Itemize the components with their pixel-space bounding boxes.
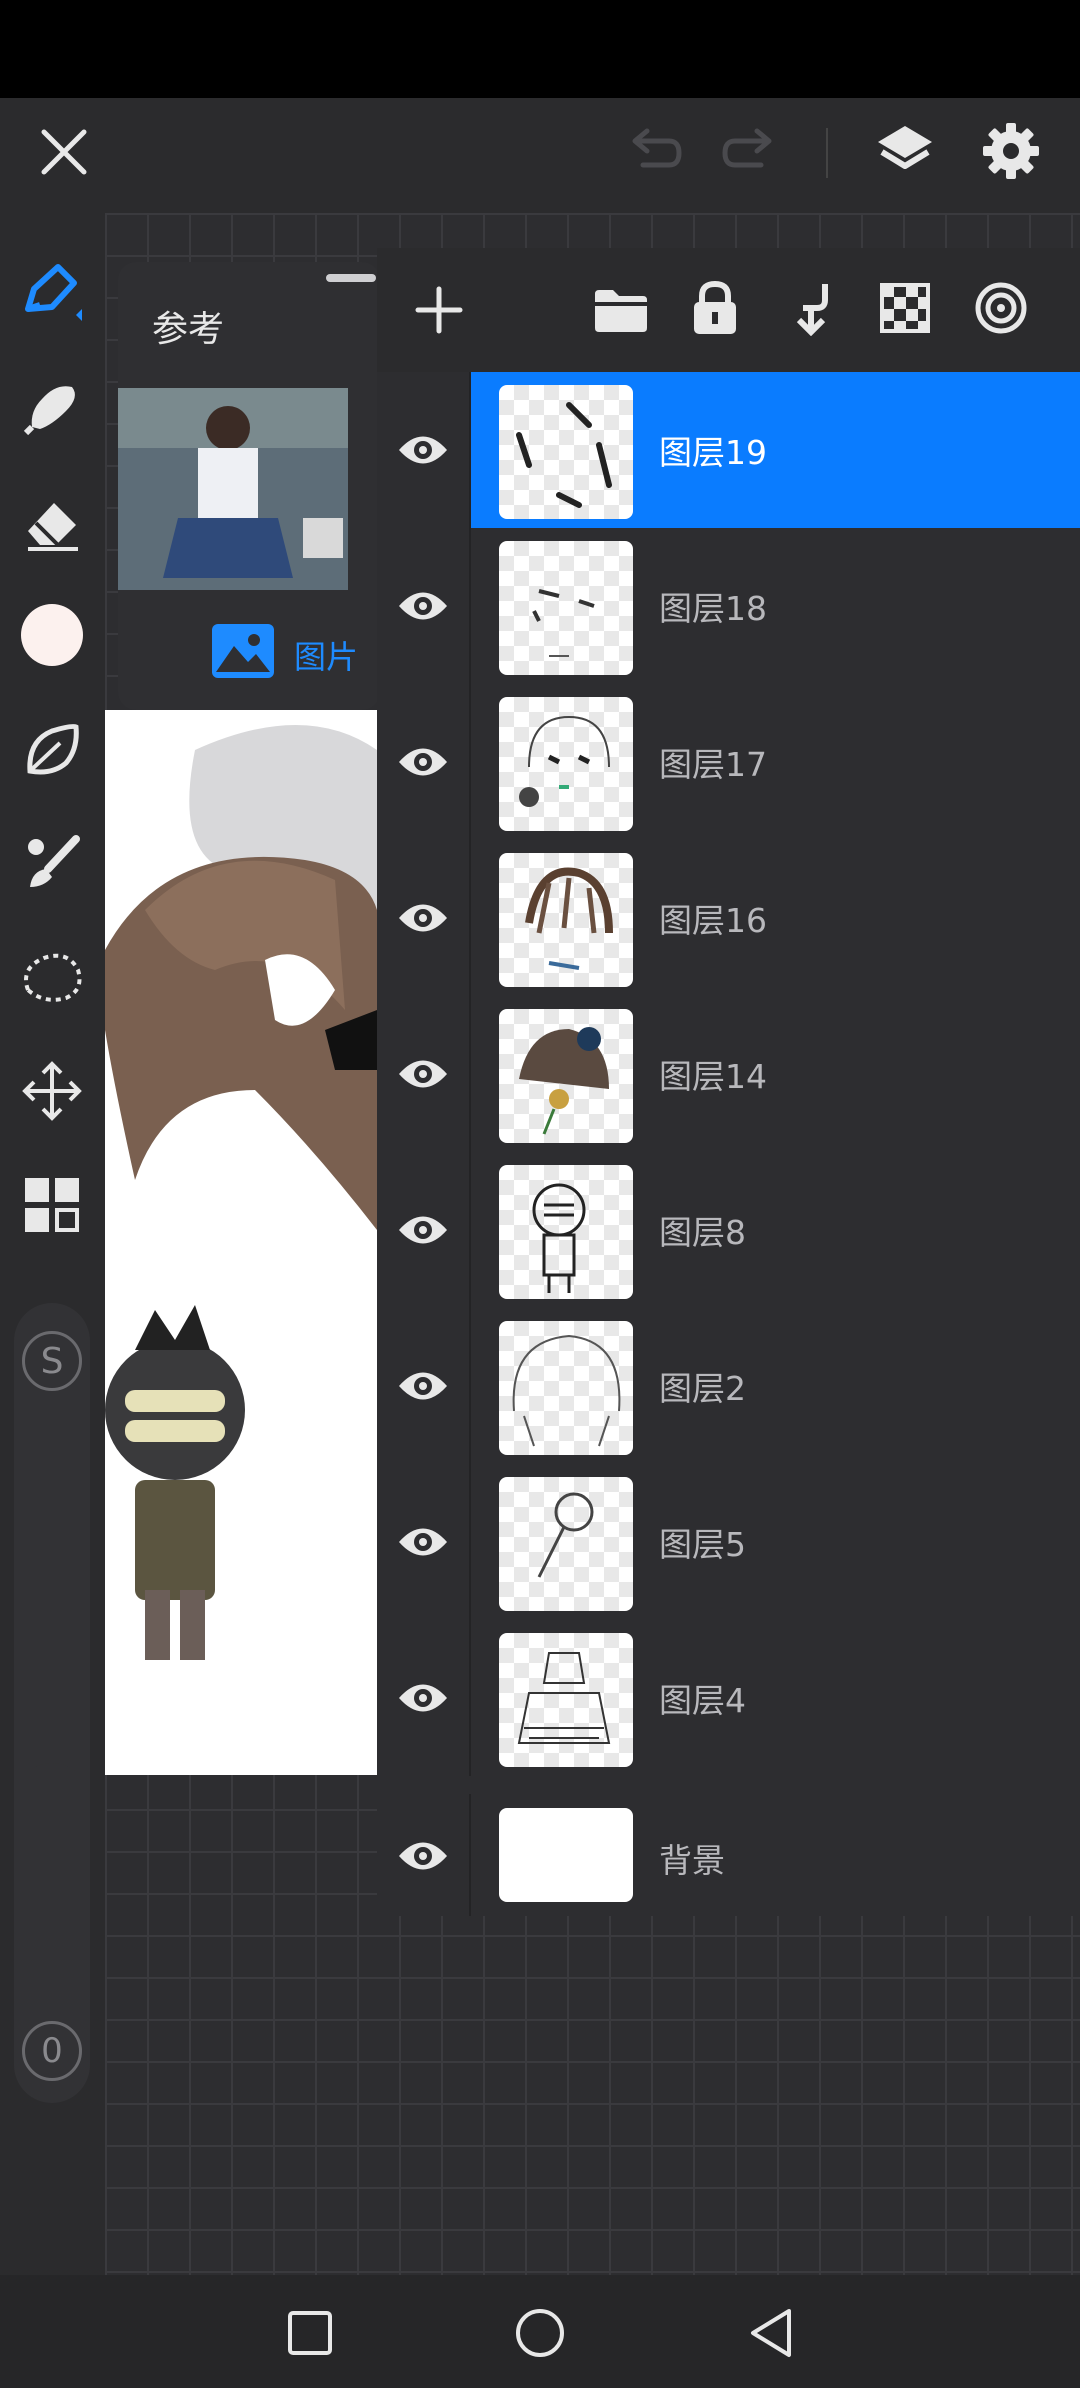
layer-thumbnail bbox=[499, 1477, 633, 1611]
layer-thumbnail bbox=[499, 697, 633, 831]
move-icon[interactable] bbox=[14, 1053, 90, 1129]
top-toolbar bbox=[0, 98, 1080, 213]
layer-row[interactable]: 图层19 bbox=[377, 372, 1080, 530]
layer-thumbnail bbox=[499, 541, 633, 675]
tool-sidebar: S 0 bbox=[0, 213, 105, 2275]
layer-name: 图层8 bbox=[659, 1213, 746, 1252]
eraser-icon[interactable] bbox=[14, 485, 90, 561]
layer-row[interactable]: 图层2 bbox=[377, 1308, 1080, 1466]
status-bar bbox=[0, 0, 1080, 98]
lasso-icon[interactable] bbox=[14, 939, 90, 1015]
layer-row[interactable]: 图层17 bbox=[377, 684, 1080, 842]
eye-icon[interactable] bbox=[391, 1198, 455, 1262]
layers-scroll-edge bbox=[377, 1776, 1080, 1794]
color-swatch[interactable] bbox=[14, 597, 90, 673]
eye-icon[interactable] bbox=[391, 1824, 455, 1888]
layer-row[interactable]: 图层8 bbox=[377, 1152, 1080, 1310]
redo-icon[interactable] bbox=[718, 120, 782, 184]
image-icon[interactable] bbox=[208, 620, 278, 682]
layer-thumbnail bbox=[499, 853, 633, 987]
layer-name: 图层17 bbox=[659, 745, 767, 784]
layer-row[interactable]: 图层5 bbox=[377, 1464, 1080, 1622]
brush-icon[interactable] bbox=[14, 253, 90, 329]
layer-thumbnail bbox=[499, 1321, 633, 1455]
layers-list: 图层19 图层18 图层17 图层16 图层14 图层8 图层2 图层5 图层4 bbox=[377, 248, 1080, 1916]
eye-icon[interactable] bbox=[391, 730, 455, 794]
layer-name: 图层14 bbox=[659, 1057, 767, 1096]
leaf-icon[interactable] bbox=[14, 711, 90, 787]
layer-row[interactable]: 图层14 bbox=[377, 996, 1080, 1154]
layer-thumbnail bbox=[499, 1009, 633, 1143]
layer-name: 图层4 bbox=[659, 1681, 746, 1720]
eye-icon[interactable] bbox=[391, 574, 455, 638]
reference-tab-image[interactable]: 图片 bbox=[294, 632, 358, 678]
layer-name: 图层19 bbox=[659, 433, 767, 472]
eye-icon[interactable] bbox=[391, 886, 455, 950]
layers-icon[interactable] bbox=[870, 116, 940, 186]
layer-row[interactable]: 图层16 bbox=[377, 840, 1080, 998]
layer-name: 图层5 bbox=[659, 1525, 746, 1564]
eye-icon[interactable] bbox=[391, 1042, 455, 1106]
s-icon[interactable]: S bbox=[14, 1323, 90, 1399]
smudge-icon[interactable] bbox=[14, 369, 90, 445]
undo-icon[interactable] bbox=[622, 120, 686, 184]
drawing-canvas[interactable] bbox=[105, 710, 377, 1775]
layer-name: 背景 bbox=[659, 1841, 725, 1880]
system-navbar bbox=[0, 2275, 1080, 2388]
back-icon[interactable] bbox=[730, 2301, 810, 2365]
home-icon[interactable] bbox=[500, 2301, 580, 2365]
layer-thumbnail bbox=[499, 1165, 633, 1299]
layer-thumbnail bbox=[499, 385, 633, 519]
layer-name: 图层18 bbox=[659, 589, 767, 628]
layer-name: 图层2 bbox=[659, 1369, 746, 1408]
layer-thumbnail bbox=[499, 1633, 633, 1767]
layer-row[interactable]: 图层18 bbox=[377, 528, 1080, 686]
layer-row[interactable]: 图层4 bbox=[377, 1620, 1080, 1778]
reference-title: 参考 bbox=[152, 309, 225, 350]
brush-size-value: 0 bbox=[14, 2013, 90, 2089]
eye-icon[interactable] bbox=[391, 1510, 455, 1574]
paintbrush-icon[interactable] bbox=[14, 825, 90, 901]
grid-icon[interactable] bbox=[14, 1167, 90, 1243]
layer-thumbnail bbox=[499, 1808, 633, 1902]
recents-icon[interactable] bbox=[270, 2301, 350, 2365]
eye-icon[interactable] bbox=[391, 418, 455, 482]
layer-row-background[interactable]: 背景 bbox=[377, 1794, 1080, 1916]
eye-icon[interactable] bbox=[391, 1354, 455, 1418]
layer-name: 图层16 bbox=[659, 901, 767, 940]
settings-icon[interactable] bbox=[976, 116, 1046, 186]
reference-image[interactable] bbox=[118, 388, 348, 590]
eye-icon[interactable] bbox=[391, 1666, 455, 1730]
close-icon[interactable] bbox=[32, 120, 96, 184]
toolbar-divider bbox=[826, 128, 828, 178]
reference-drag-handle[interactable] bbox=[326, 274, 376, 282]
